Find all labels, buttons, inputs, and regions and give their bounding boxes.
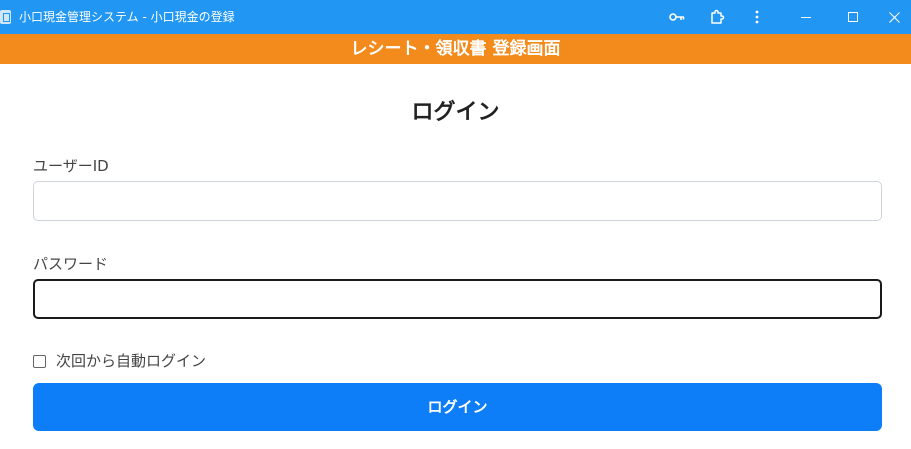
auto-login-checkbox[interactable] [33,354,46,368]
user-id-field[interactable] [33,181,882,221]
maximize-icon[interactable] [833,0,873,34]
login-button[interactable]: ログイン [33,383,882,431]
key-icon[interactable] [664,0,690,34]
window-titlebar: 小口現金管理システム - 小口現金の登録 [0,0,911,34]
window-title: 小口現金管理システム - 小口現金の登録 [19,10,235,24]
app-icon [0,10,11,24]
close-icon[interactable] [878,0,911,34]
login-title: ログイン [411,100,500,125]
minimize-icon[interactable] [786,0,826,34]
auto-login-label[interactable]: 次回から自動ログイン [56,351,206,371]
password-field[interactable] [33,279,882,319]
more-vert-icon[interactable] [746,0,768,34]
user-id-label: ユーザーID [33,157,109,175]
password-label: パスワード [33,255,109,273]
auto-login-option[interactable]: 次回から自動ログイン [33,351,206,371]
page-banner: レシート・領収書 登録画面 [0,34,911,64]
extension-icon[interactable] [704,0,730,34]
